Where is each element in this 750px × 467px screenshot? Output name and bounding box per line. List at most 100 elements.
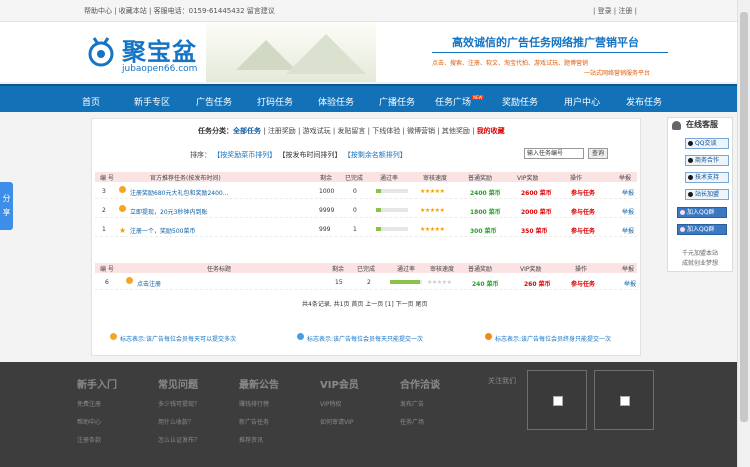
franchise-note-2: 成就创业梦想 [681,260,718,267]
task-title-link[interactable]: 立即提现，20元3秒钟内到账 [130,207,207,216]
page-scrollbar[interactable] [737,0,750,467]
review-speed-stars: ★★★★★ [420,207,445,214]
footer-col-vip: VIP会员 VIP特权 如何审请VIP [320,376,359,432]
col-done: 已完成 [345,175,364,182]
share-button[interactable]: 分享 [0,182,13,230]
pager[interactable]: 共4条记录, 共1页 首页 上一页 [1] 下一页 尾页 [302,299,428,308]
filter-all[interactable]: 全部任务 [233,127,261,135]
support-button[interactable]: 技术支持 [685,172,729,183]
nav-reward-tasks[interactable]: 奖励任务 [502,95,538,108]
join-task-link[interactable]: 参与任务 [571,207,595,216]
footer-link[interactable]: 赚钱排行榜 [239,396,279,414]
report-link[interactable]: 举报 [622,188,634,197]
header: 聚宝盆 jubaopen66.com 高效诚信的广告任务网络推广营销平台 点击、… [0,22,750,82]
nav-task-plaza[interactable]: 任务广场NEW [435,95,484,108]
filter-other[interactable]: 其他奖励 [442,127,470,135]
qr-code-image-1 [527,370,587,430]
business-button[interactable]: 商务合作 [685,155,729,166]
nav-home[interactable]: 首页 [82,95,100,108]
scrollbar-thumb[interactable] [740,12,748,422]
vip-reward: 350 菜币 [521,228,548,235]
report-link[interactable]: 举报 [622,226,634,235]
group-label-1: 加入QQ群 [687,209,715,216]
my-favorites[interactable]: 我的收藏 [477,127,505,135]
footer-link[interactable]: 多少钱可提现？ [158,396,200,414]
row-completed: 1 [353,226,357,233]
col-normal: 普通奖励 [468,266,493,273]
task-panel: 任务分类：全部任务 | 注册奖励 | 游戏试玩 | 发贴留言 | 下线体验 | … [91,118,641,356]
nav-newbie[interactable]: 新手专区 [134,95,170,108]
note-lifetime: 标志表示:该广告每位会员终身只能提交一次 [495,336,612,343]
category-filter: 任务分类：全部任务 | 注册奖励 | 游戏试玩 | 发贴留言 | 下线体验 | … [198,127,505,135]
task-table-header: 编 号 任务标题 剩余 已完成 通过率 审核速度 普通奖励 VIP奖励 操作 举… [95,263,637,273]
footer-link[interactable]: 任务广场 [400,414,440,432]
search-button[interactable]: 查询 [588,148,608,159]
footer-link[interactable]: 帮助中心 [77,414,117,432]
service-title: 在线客服 [668,118,732,132]
nav-user-center[interactable]: 用户中心 [564,95,600,108]
franchise-button[interactable]: 站长加盟 [685,189,729,200]
service-title-text: 在线客服 [686,120,718,129]
filter-post[interactable]: 发贴留言 [337,127,365,135]
task-title-link[interactable]: 点击注册 [137,279,161,288]
footer-link[interactable]: 新广告任务 [239,414,279,432]
treasure-bowl-icon [88,37,114,67]
footer-link[interactable]: VIP特权 [320,396,359,414]
join-task-link[interactable]: 参与任务 [571,188,595,197]
logo-name: 聚宝盆 [122,38,197,66]
site-logo[interactable]: 聚宝盆 jubaopen66.com [86,30,206,78]
nav-captcha-tasks[interactable]: 打码任务 [257,95,293,108]
footer-link[interactable]: 用什么收款？ [158,414,200,432]
report-link[interactable]: 举报 [624,279,636,288]
footer-col-partner: 合作洽谈 发布广告 任务广场 [400,376,440,432]
join-task-link[interactable]: 参与任务 [571,279,595,288]
sort-by-remaining[interactable]: 【按剩余名额排列】 [344,151,407,159]
col-title: 任务标题 [207,266,232,273]
pass-rate-fill [376,227,381,231]
task-title-link[interactable]: 注册一个，奖励500菜币 [130,226,195,235]
col-title: 官方推荐任务(按发布时间) [150,175,221,182]
footer-heading: VIP会员 [320,380,359,391]
row-id: 2 [102,207,106,214]
nav-publish-task[interactable]: 发布任务 [626,95,662,108]
filter-game[interactable]: 游戏试玩 [303,127,331,135]
slogan: 高效诚信的广告任务网络推广营销平台 [452,36,639,49]
footer-link[interactable]: 免费注册 [77,396,117,414]
qq-chat-button[interactable]: QQ交谈 [685,138,729,149]
login-register-links[interactable]: | 登录 | 注册 | [593,6,637,16]
join-qq-group-1[interactable]: 加入QQ群 [677,207,727,218]
nav-experience-tasks[interactable]: 体验任务 [318,95,354,108]
join-qq-group-2[interactable]: 加入QQ群 [677,224,727,235]
top-links[interactable]: 帮助中心 | 收藏本站 | 客服电话：0159-61445432 留言建议 [84,6,275,16]
new-badge: NEW [472,95,484,100]
task-title-link[interactable]: 注册奖励680元大礼包和奖励2400... [130,188,228,197]
task-id-search-input[interactable]: 输入任务编号 [524,148,584,159]
franchise-note-1: 千元加盟本站 [681,250,718,257]
col-rate: 通过率 [397,266,416,273]
broken-image-icon [620,396,630,406]
footer-link[interactable]: 推荐资讯 [239,432,279,450]
sort-bar: 排序： 【按奖励菜币排列】 【按发布时间排列】 【按剩余名额排列】 [190,150,407,160]
filter-weibo[interactable]: 微博营销 [407,127,435,135]
table-row: 2 立即提现，20元3秒钟内到账 9999 0 ★★★★★ 1800 菜币 2000 菜币 参… [95,202,637,218]
footer-link[interactable]: 注册条款 [77,432,117,450]
nav-ad-tasks[interactable]: 广告任务 [196,95,232,108]
footer-link[interactable]: 发布广告 [400,396,440,414]
sort-by-reward[interactable]: 【按奖励菜币排列】 [213,151,276,159]
col-speed: 审核速度 [423,175,448,182]
sort-by-time[interactable]: 【按发布时间排列】 [278,151,341,159]
join-task-link[interactable]: 参与任务 [571,226,595,235]
filter-register[interactable]: 注册奖励 [268,127,296,135]
nav-broadcast-tasks[interactable]: 广播任务 [379,95,415,108]
footer-link[interactable]: 怎么认证发布？ [158,432,200,450]
vip-reward: 260 菜币 [524,281,551,288]
report-link[interactable]: 举报 [622,207,634,216]
row-completed: 2 [367,279,371,286]
filter-downline[interactable]: 下线体验 [372,127,400,135]
col-op: 操作 [575,266,588,273]
col-vip: VIP奖励 [520,266,542,273]
coin-icon [126,277,133,284]
footer-link[interactable]: 如何审请VIP [320,414,359,432]
col-left: 剩余 [332,266,345,273]
footer-heading: 最新公告 [239,380,279,391]
